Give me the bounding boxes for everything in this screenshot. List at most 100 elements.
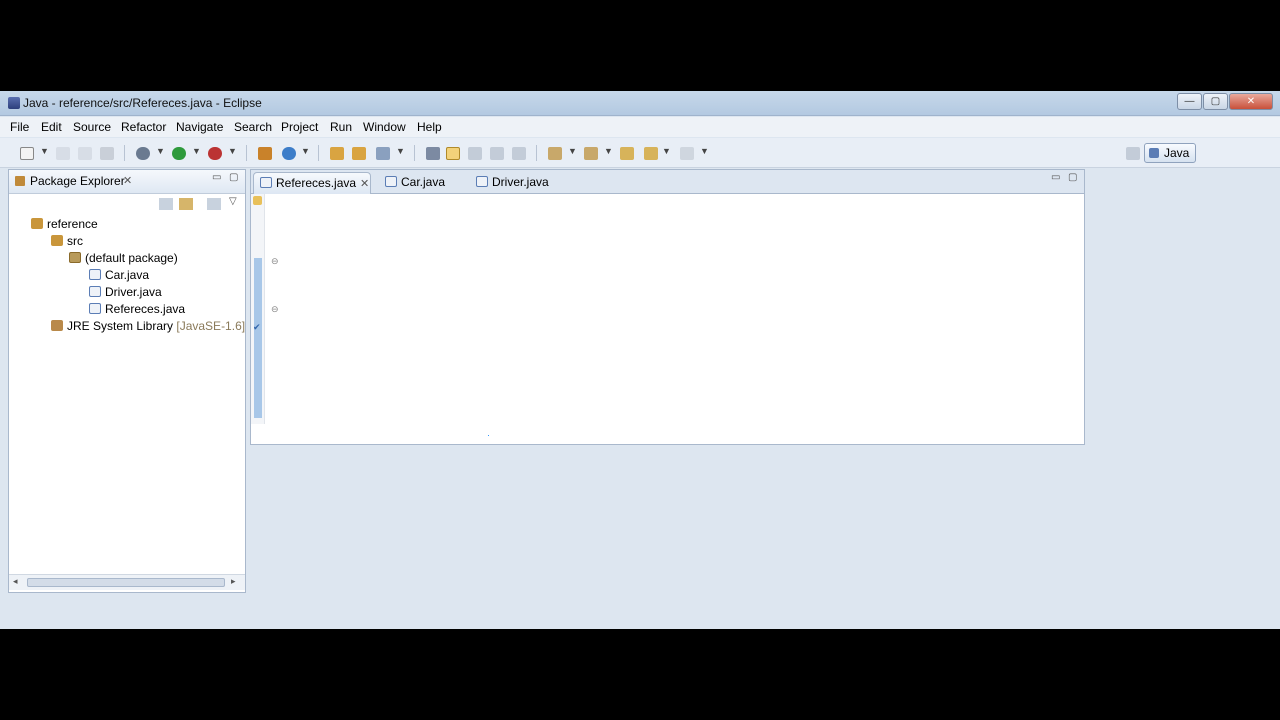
print-icon[interactable] — [100, 147, 114, 160]
close-icon[interactable]: ✕ — [123, 174, 132, 187]
back-icon[interactable] — [644, 147, 658, 160]
tab-label: Car.java — [401, 175, 446, 189]
chevron-down-icon[interactable]: ▽ — [229, 196, 237, 207]
next-annotation-icon[interactable] — [548, 147, 562, 160]
collapse-all-icon[interactable] — [159, 198, 173, 210]
show-whitespace-icon[interactable] — [512, 147, 526, 160]
tree-item-label: src — [67, 234, 83, 248]
chevron-down-icon[interactable]: ▼ — [228, 146, 237, 156]
minimize-button[interactable]: — — [1177, 93, 1202, 110]
scrollbar-thumb[interactable] — [27, 578, 225, 587]
chevron-down-icon[interactable]: ▼ — [301, 146, 310, 156]
warning-icon — [253, 196, 262, 205]
chevron-down-icon[interactable]: ▼ — [604, 146, 613, 156]
tab-refereces-java[interactable]: Refereces.java ✕ — [253, 172, 371, 194]
java-file-icon — [89, 286, 101, 297]
toolbar-separator — [124, 145, 125, 161]
external-tools-icon[interactable] — [208, 147, 222, 160]
scroll-left-icon[interactable]: ◂ — [13, 576, 18, 587]
new-class-icon[interactable] — [282, 147, 296, 160]
horizontal-scrollbar[interactable]: ◂ ▸ — [9, 574, 245, 590]
mark-occurrences-icon[interactable] — [446, 147, 460, 160]
menu-source[interactable]: Source — [73, 120, 111, 134]
close-button[interactable]: ✕ — [1229, 93, 1273, 110]
tree-item-label: Driver.java — [105, 285, 162, 299]
tab-car-java[interactable]: Car.java — [379, 172, 469, 194]
toggle-markers-icon[interactable] — [426, 147, 440, 160]
java-file-icon — [89, 269, 101, 280]
eclipse-window: Java - reference/src/Refereces.java - Ec… — [0, 91, 1280, 629]
tree-item-driver-java[interactable]: Driver.java — [89, 285, 162, 299]
java-file-icon — [385, 176, 397, 187]
tree-item-suffix: [JavaSE-1.6] — [176, 319, 246, 333]
menu-edit[interactable]: Edit — [41, 120, 62, 134]
menu-project[interactable]: Project — [281, 120, 318, 134]
open-perspective-icon[interactable] — [1126, 147, 1140, 160]
maximize-button[interactable]: ▢ — [1203, 93, 1228, 110]
tab-driver-java[interactable]: Driver.java — [470, 172, 570, 194]
toolbar-separator — [318, 145, 319, 161]
menu-run[interactable]: Run — [330, 120, 352, 134]
menu-search[interactable]: Search — [234, 120, 272, 134]
menu-file[interactable]: File — [10, 120, 29, 134]
toolbar-separator — [536, 145, 537, 161]
forward-icon[interactable] — [680, 147, 694, 160]
java-file-icon — [89, 303, 101, 314]
debug-icon[interactable] — [136, 147, 150, 160]
new-icon[interactable] — [20, 147, 34, 160]
tree-item-refereces-java[interactable]: Refereces.java — [89, 302, 185, 316]
search-icon[interactable] — [376, 147, 390, 160]
java-file-icon — [260, 177, 272, 188]
save-icon[interactable] — [56, 147, 70, 160]
tree-item-src[interactable]: src — [51, 234, 83, 248]
menu-window[interactable]: Window — [363, 120, 406, 134]
maximize-view-icon[interactable]: ▢ — [229, 172, 238, 183]
tree-item-label: JRE System Library — [67, 319, 174, 333]
previous-annotation-icon[interactable] — [584, 147, 598, 160]
tree-item-label: Car.java — [105, 268, 150, 282]
close-icon[interactable]: ✕ — [360, 178, 369, 190]
tab-label: Refereces.java — [276, 176, 357, 190]
package-explorer-icon — [15, 176, 25, 186]
chevron-down-icon[interactable]: ▼ — [568, 146, 577, 156]
minimize-view-icon[interactable]: ▭ — [212, 172, 221, 183]
chevron-down-icon[interactable]: ▼ — [396, 146, 405, 156]
tree-item-jre-library[interactable]: JRE System Library [JavaSE-1.6] — [51, 319, 245, 333]
open-task-icon[interactable] — [352, 147, 366, 160]
java-perspective-button[interactable]: Java — [1144, 143, 1196, 163]
menu-help[interactable]: Help — [417, 120, 442, 134]
tree-item-default-package[interactable]: (default package) — [69, 251, 178, 265]
chevron-down-icon[interactable]: ▼ — [40, 146, 49, 156]
view-menu-icon[interactable] — [207, 198, 221, 210]
tree-item-label: Refereces.java — [105, 302, 186, 316]
menu-navigate[interactable]: Navigate — [176, 120, 223, 134]
open-type-icon[interactable] — [330, 147, 344, 160]
scroll-right-icon[interactable]: ▸ — [231, 576, 236, 587]
chevron-down-icon[interactable]: ▼ — [156, 146, 165, 156]
window-title: Java - reference/src/Refereces.java - Ec… — [23, 96, 262, 110]
maximize-view-icon[interactable]: ▢ — [1068, 172, 1077, 183]
new-java-project-icon[interactable] — [258, 147, 272, 160]
chevron-down-icon[interactable]: ▼ — [700, 146, 709, 156]
run-icon[interactable] — [172, 147, 186, 160]
tree-item-project[interactable]: reference — [31, 217, 98, 231]
fold-icon[interactable]: ⊖ — [271, 304, 279, 315]
block-selection-icon[interactable] — [468, 147, 482, 160]
link-with-editor-icon[interactable] — [179, 198, 193, 210]
tree-item-car-java[interactable]: Car.java — [89, 268, 149, 282]
toolbar-separator — [414, 145, 415, 161]
word-wrap-icon[interactable] — [490, 147, 504, 160]
save-all-icon[interactable] — [78, 147, 92, 160]
fold-icon[interactable]: ⊖ — [271, 256, 279, 267]
chevron-down-icon[interactable]: ▼ — [192, 146, 201, 156]
checkmark-icon: ✔ — [253, 322, 261, 332]
menu-refactor[interactable]: Refactor — [121, 120, 166, 134]
package-icon — [69, 252, 81, 263]
last-edit-location-icon[interactable] — [620, 147, 634, 160]
main-toolbar: ▼ ▼ ▼ ▼ ▼ ▼ ▼ ▼ ▼ ▼ Java — [0, 138, 1280, 168]
chevron-down-icon[interactable]: ▼ — [662, 146, 671, 156]
minimize-view-icon[interactable]: ▭ — [1051, 172, 1060, 183]
eclipse-logo-icon — [8, 97, 20, 109]
package-explorer-title: Package Explorer — [30, 174, 125, 188]
java-file-icon — [476, 176, 488, 187]
